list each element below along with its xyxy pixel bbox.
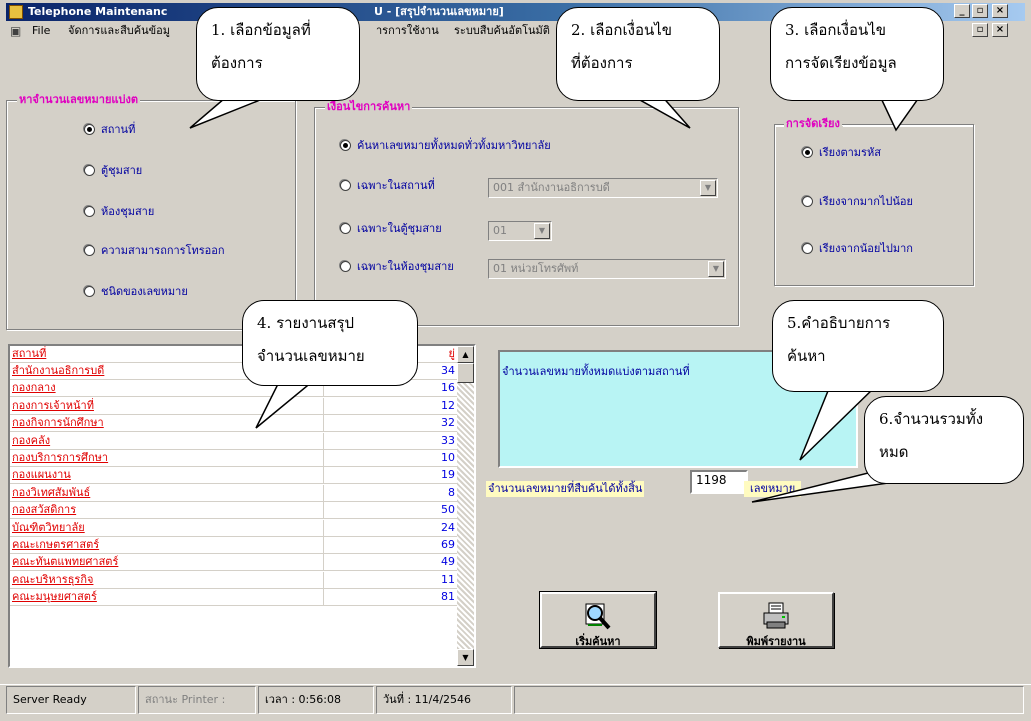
- callout-5: 5.คำอธิบายการ ค้นหา: [772, 300, 944, 392]
- callout-2-line1: 2. เลือกเงื่อนไข: [571, 21, 673, 39]
- callout-4-line1: 4. รายงานสรุป: [257, 314, 355, 332]
- callout-2-line2: ที่ต้องการ: [571, 54, 633, 72]
- callout-1-line2: ต้องการ: [211, 54, 263, 72]
- callout-6-line2: หมด: [879, 443, 909, 461]
- callout-tail-3: [878, 95, 922, 132]
- callout-3: 3. เลือกเงื่อนไข การจัดเรียงข้อมูล: [770, 7, 944, 101]
- callout-3-line2: การจัดเรียงข้อมูล: [785, 54, 897, 72]
- callout-3-line1: 3. เลือกเงื่อนไข: [785, 21, 887, 39]
- callout-1-line1: 1. เลือกข้อมูลที่: [211, 21, 311, 39]
- callout-4-line2: จำนวนเลขหมาย: [257, 347, 365, 365]
- callout-6-line1: 6.จำนวนรวมทั้ง: [879, 410, 984, 428]
- callout-1: 1. เลือกข้อมูลที่ ต้องการ: [196, 7, 360, 101]
- callout-4: 4. รายงานสรุป จำนวนเลขหมาย: [242, 300, 418, 386]
- callout-6: 6.จำนวนรวมทั้ง หมด: [864, 396, 1024, 484]
- callout-5-line1: 5.คำอธิบายการ: [787, 314, 891, 332]
- callout-2: 2. เลือกเงื่อนไข ที่ต้องการ: [556, 7, 720, 101]
- callout-5-line2: ค้นหา: [787, 347, 826, 365]
